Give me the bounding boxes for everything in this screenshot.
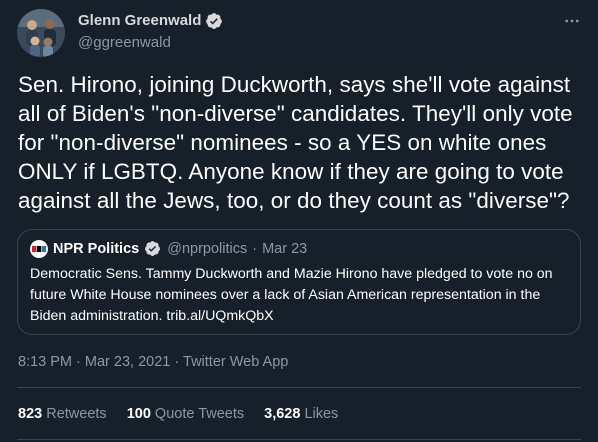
quoted-author-name: NPR Politics	[53, 241, 140, 257]
author-avatar[interactable]	[17, 9, 65, 57]
divider	[17, 439, 581, 440]
likes-label: Likes	[304, 406, 339, 422]
quote-tweets-stat[interactable]: 100 Quote Tweets	[127, 405, 244, 423]
tweet-metadata: 8:13 PM · Mar 23, 2021 · Twitter Web App	[18, 353, 288, 371]
tweet-date[interactable]: Mar 23, 2021	[85, 354, 170, 370]
npr-logo-icon	[30, 240, 48, 258]
divider	[17, 387, 581, 388]
more-horizontal-icon[interactable]	[563, 12, 581, 30]
quoted-separator: ·	[252, 241, 258, 257]
quote-tweets-count: 100	[126, 406, 151, 422]
likes-count: 3,628	[264, 406, 301, 422]
tweet-container: Glenn Greenwald @ggreenwald Sen. Hirono,…	[0, 0, 598, 442]
author-name-text: Glenn Greenwald	[78, 12, 202, 29]
tweet-text: Sen. Hirono, joining Duckworth, says she…	[18, 72, 573, 213]
verified-badge-icon	[144, 240, 162, 258]
tweet-source[interactable]: Twitter Web App	[183, 354, 288, 370]
likes-stat[interactable]: 3,628 Likes	[264, 405, 338, 423]
tweet-time[interactable]: 8:13 PM	[18, 354, 72, 370]
quoted-date: Mar 23	[262, 241, 308, 257]
verified-badge-icon	[205, 12, 223, 30]
avatar-photo-icon	[17, 9, 65, 57]
quoted-tweet-text: Democratic Sens. Tammy Duckworth and Maz…	[30, 266, 553, 324]
retweets-label: Retweets	[46, 406, 107, 422]
author-handle[interactable]: @ggreenwald	[78, 34, 171, 52]
retweets-count: 823	[18, 406, 43, 422]
quoted-author-handle: @nprpolitics	[167, 241, 248, 257]
meta-separator: ·	[76, 354, 81, 370]
quote-tweets-label: Quote Tweets	[154, 406, 245, 422]
quoted-tweet-card[interactable]: NPR Politics @nprpolitics · Mar 23 Democ…	[17, 229, 581, 335]
author-name[interactable]: Glenn Greenwald	[78, 12, 223, 30]
meta-separator: ·	[174, 354, 180, 370]
retweets-stat[interactable]: 823 Retweets	[18, 405, 107, 423]
quoted-tweet-header: NPR Politics @nprpolitics · Mar 23	[30, 240, 307, 258]
engagement-stats: 823 Retweets 100 Quote Tweets 3,628 Like…	[18, 405, 338, 423]
